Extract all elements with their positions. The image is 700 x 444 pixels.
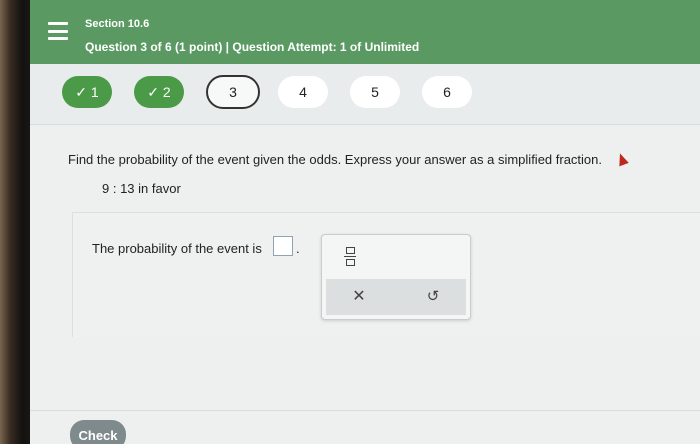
answer-input[interactable]: [273, 236, 293, 256]
question-6-button[interactable]: 6: [422, 76, 472, 108]
screen: Section 10.6 Question 3 of 6 (1 point) |…: [30, 0, 700, 444]
question-1-button[interactable]: ✓ 1: [62, 76, 112, 108]
question-prompt: Find the probability of the event given …: [68, 152, 603, 167]
clear-icon[interactable]: ✕: [346, 286, 372, 308]
question-info: Question 3 of 6 (1 point) | Question Att…: [85, 40, 420, 54]
undo-icon[interactable]: ↺: [420, 286, 446, 308]
fraction-template-icon[interactable]: [344, 247, 356, 269]
header-bar: Section 10.6 Question 3 of 6 (1 point) |…: [30, 0, 700, 64]
question-5-button[interactable]: 5: [350, 76, 400, 108]
odds-text: 9 : 13 in favor: [102, 181, 181, 196]
question-navigation: ✓ 1 ✓ 2 3 4 5 6: [30, 64, 700, 125]
math-palette: ✕ ↺: [321, 234, 471, 320]
question-2-button[interactable]: ✓ 2: [134, 76, 184, 108]
footer-divider: [30, 410, 700, 411]
mouse-cursor-icon: [615, 151, 629, 167]
menu-icon[interactable]: [48, 22, 68, 40]
question-4-button[interactable]: 4: [278, 76, 328, 108]
question-3-button[interactable]: 3: [206, 75, 260, 109]
answer-period: .: [296, 241, 300, 256]
check-button[interactable]: Check: [70, 420, 126, 444]
palette-actions: ✕ ↺: [326, 279, 466, 315]
answer-label: The probability of the event is: [92, 241, 262, 256]
section-title: Section 10.6: [85, 18, 150, 30]
